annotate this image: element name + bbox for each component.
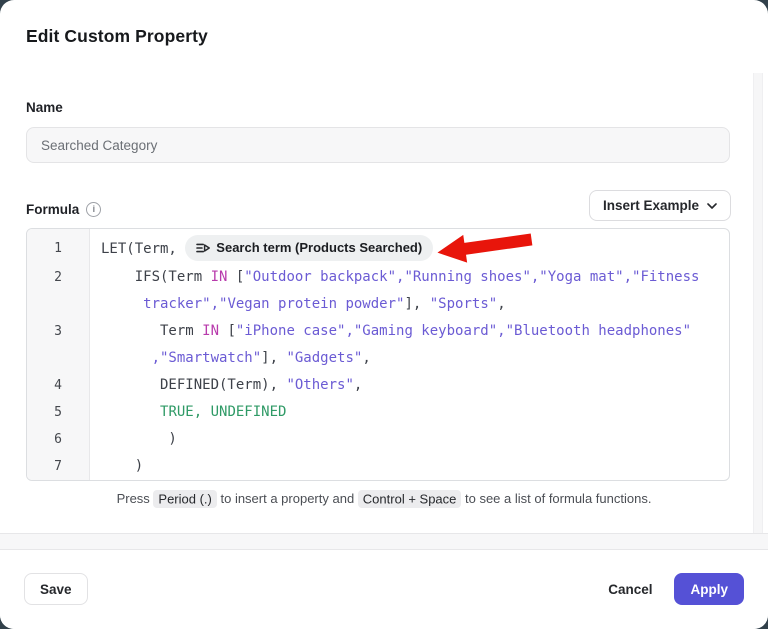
code-content[interactable]: TRUE, UNDEFINED (89, 399, 286, 426)
insert-example-button[interactable]: Insert Example (589, 190, 731, 221)
edit-custom-property-dialog: Edit Custom Property Name Formula i Inse… (0, 0, 768, 629)
code-token: "Outdoor backpack","Running shoes","Yoga… (244, 269, 699, 285)
code-token: IN (202, 323, 219, 339)
hint-text-2: to insert a property and (217, 491, 358, 506)
apply-button[interactable]: Apply (674, 573, 744, 605)
code-token: "Others" (286, 377, 353, 393)
code-line: 4 DEFINED(Term), "Others", (27, 372, 729, 399)
code-token: , (362, 350, 370, 366)
vertical-scrollbar[interactable] (753, 73, 763, 533)
code-line: tracker","Vegan protein powder"], "Sport… (27, 291, 729, 318)
info-icon[interactable]: i (86, 202, 101, 217)
formula-editor-rows: 1LET(Term, Search term (Products Searche… (27, 229, 729, 480)
line-number: 7 (27, 453, 89, 480)
code-token: LET(Term, (101, 241, 185, 257)
line-number: 5 (27, 399, 89, 426)
hint-text-1: Press (117, 491, 154, 506)
save-button[interactable]: Save (24, 573, 88, 605)
code-line: 3 Term IN ["iPhone case","Gaming keyboar… (27, 318, 729, 345)
editor-hint: Press Period (.) to insert a property an… (0, 491, 768, 506)
code-token: tracker","Vegan protein powder" (143, 296, 404, 312)
kbd-period: Period (.) (153, 490, 216, 508)
code-token: ) (101, 458, 143, 474)
code-token: "Sports" (430, 296, 497, 312)
code-content[interactable]: ,"Smartwatch"], "Gadgets", (89, 345, 371, 372)
code-line: 2 IFS(Term IN ["Outdoor backpack","Runni… (27, 264, 729, 291)
code-token: Term (101, 323, 202, 339)
code-token: ], (261, 350, 286, 366)
code-token: ,"Smartwatch" (152, 350, 262, 366)
code-token: ) (101, 431, 177, 447)
footer-divider (0, 533, 768, 550)
dialog-footer: Save Cancel Apply (0, 550, 768, 629)
code-token: , (354, 377, 362, 393)
kbd-control-space: Control + Space (358, 490, 462, 508)
chevron-down-icon (707, 203, 717, 209)
name-label: Name (26, 100, 63, 115)
code-content[interactable]: DEFINED(Term), "Others", (89, 372, 362, 399)
code-content[interactable]: tracker","Vegan protein powder"], "Sport… (89, 291, 506, 318)
code-content[interactable]: IFS(Term IN ["Outdoor backpack","Running… (89, 264, 699, 291)
code-line: 5 TRUE, UNDEFINED (27, 399, 729, 426)
code-token: "iPhone case","Gaming keyboard","Bluetoo… (236, 323, 691, 339)
insert-example-label: Insert Example (603, 198, 699, 213)
name-input[interactable] (26, 127, 730, 163)
code-token: TRUE, UNDEFINED (160, 404, 286, 420)
line-number: 3 (27, 318, 89, 345)
line-number: 2 (27, 264, 89, 291)
code-content[interactable]: ) (89, 426, 177, 453)
property-chip[interactable]: Search term (Products Searched) (185, 235, 433, 261)
line-number: 6 (27, 426, 89, 453)
code-token: DEFINED(Term), (101, 377, 286, 393)
code-line: 7 ) (27, 453, 729, 480)
code-token (101, 350, 152, 366)
code-token: [ (219, 323, 236, 339)
code-token: IN (211, 269, 228, 285)
code-token: , (433, 241, 450, 257)
code-token: "Gadgets" (286, 350, 362, 366)
hint-text-3: to see a list of formula functions. (461, 491, 651, 506)
formula-editor[interactable]: 1LET(Term, Search term (Products Searche… (26, 228, 730, 481)
formula-label: Formula (26, 202, 79, 217)
code-line: ,"Smartwatch"], "Gadgets", (27, 345, 729, 372)
line-number (27, 291, 89, 318)
code-token: ], (404, 296, 429, 312)
line-number: 4 (27, 372, 89, 399)
code-token: IFS(Term (101, 269, 211, 285)
line-number: 1 (27, 234, 89, 264)
property-field-icon (196, 241, 210, 255)
property-chip-label: Search term (Products Searched) (216, 233, 422, 263)
cancel-button[interactable]: Cancel (608, 582, 652, 597)
code-token: [ (227, 269, 244, 285)
code-content[interactable]: ) (89, 453, 143, 480)
code-token (101, 404, 160, 420)
dialog-title: Edit Custom Property (26, 26, 208, 47)
code-content[interactable]: Term IN ["iPhone case","Gaming keyboard"… (89, 318, 691, 345)
code-token (101, 296, 143, 312)
code-line: 6 ) (27, 426, 729, 453)
code-token: , (497, 296, 505, 312)
code-content[interactable]: LET(Term, Search term (Products Searched… (89, 234, 450, 264)
code-line: 1LET(Term, Search term (Products Searche… (27, 234, 729, 264)
line-number (27, 345, 89, 372)
